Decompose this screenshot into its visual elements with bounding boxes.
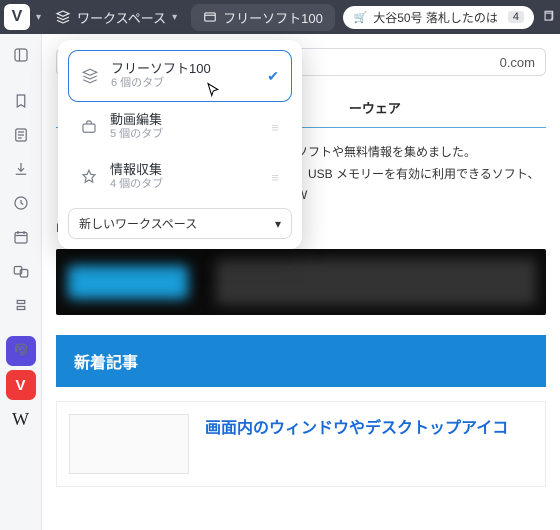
window-icon bbox=[203, 10, 217, 24]
mastodon-icon[interactable] bbox=[6, 336, 36, 366]
stack-icon bbox=[55, 9, 71, 25]
drag-handle-icon[interactable]: ≡ bbox=[271, 120, 280, 135]
active-tab[interactable]: フリーソフト100 bbox=[191, 4, 335, 31]
star-icon bbox=[80, 168, 98, 186]
panel-sidebar: V W bbox=[0, 34, 42, 530]
workspace-item-video[interactable]: 動画編集 5 個のタブ ≡ bbox=[68, 102, 292, 152]
downloads-icon[interactable] bbox=[6, 154, 36, 184]
sessions-icon[interactable] bbox=[6, 290, 36, 320]
workspace-item-freesoft100[interactable]: フリーソフト100 6 個のタブ ✔ bbox=[68, 50, 292, 102]
workspace-name: 情報収集 bbox=[110, 162, 259, 178]
tab-title: フリーソフト100 bbox=[223, 8, 323, 27]
article-thumbnail bbox=[69, 414, 189, 474]
workspace-tab-count: 5 個のタブ bbox=[110, 128, 259, 142]
panels-toggle-icon[interactable] bbox=[6, 40, 36, 70]
stack-icon bbox=[81, 67, 99, 85]
check-icon: ✔ bbox=[267, 68, 279, 85]
ad-banner[interactable] bbox=[56, 249, 546, 315]
browser-topbar: V ▾ ワークスペース ▾ フリーソフト100 🛒 大谷50号 落札したのは 4 bbox=[0, 0, 560, 34]
workspace-dropdown: フリーソフト100 6 個のタブ ✔ 動画編集 5 個のタブ ≡ 情報収集 4 … bbox=[58, 40, 302, 249]
workspace-item-info[interactable]: 情報収集 4 個のタブ ≡ bbox=[68, 152, 292, 202]
briefcase-icon bbox=[80, 118, 98, 136]
workspace-tab-count: 6 個のタブ bbox=[111, 77, 255, 91]
vivaldi-logo-icon[interactable]: V bbox=[4, 4, 30, 30]
workspace-label: ワークスペース bbox=[77, 8, 166, 27]
chevron-down-icon: ▾ bbox=[275, 217, 281, 231]
drag-handle-icon[interactable]: ≡ bbox=[271, 170, 280, 185]
workspace-switcher-button[interactable]: ワークスペース ▾ bbox=[47, 4, 185, 31]
article-title[interactable]: 画面内のウィンドウやデスクトップアイコ bbox=[205, 414, 508, 438]
article-item[interactable]: 画面内のウィンドウやデスクトップアイコ bbox=[56, 401, 546, 487]
bookmarks-icon[interactable] bbox=[6, 86, 36, 116]
news-text: 大谷50号 落札したのは bbox=[373, 9, 498, 26]
history-icon[interactable] bbox=[6, 188, 36, 218]
new-workspace-button[interactable]: 新しいワークスペース ▾ bbox=[68, 208, 292, 239]
vivaldi-panel-icon[interactable]: V bbox=[6, 370, 36, 400]
reading-list-icon[interactable] bbox=[6, 120, 36, 150]
chevron-down-icon[interactable]: ▾ bbox=[36, 12, 41, 23]
news-ticker[interactable]: 🛒 大谷50号 落札したのは 4 bbox=[343, 6, 534, 29]
workspace-name: フリーソフト100 bbox=[111, 61, 255, 77]
section-heading: 新着記事 bbox=[56, 335, 546, 387]
workspace-name: 動画編集 bbox=[110, 112, 259, 128]
workspace-tab-count: 4 個のタブ bbox=[110, 178, 259, 192]
chevron-down-icon: ▾ bbox=[172, 12, 177, 23]
cart-icon: 🛒 bbox=[353, 11, 367, 24]
wikipedia-icon[interactable]: W bbox=[6, 404, 36, 434]
url-fragment: 0.com bbox=[500, 55, 535, 70]
news-badge: 4 bbox=[508, 11, 524, 23]
calendar-icon[interactable] bbox=[6, 222, 36, 252]
translate-icon[interactable] bbox=[6, 256, 36, 286]
restore-window-icon[interactable] bbox=[540, 9, 556, 26]
